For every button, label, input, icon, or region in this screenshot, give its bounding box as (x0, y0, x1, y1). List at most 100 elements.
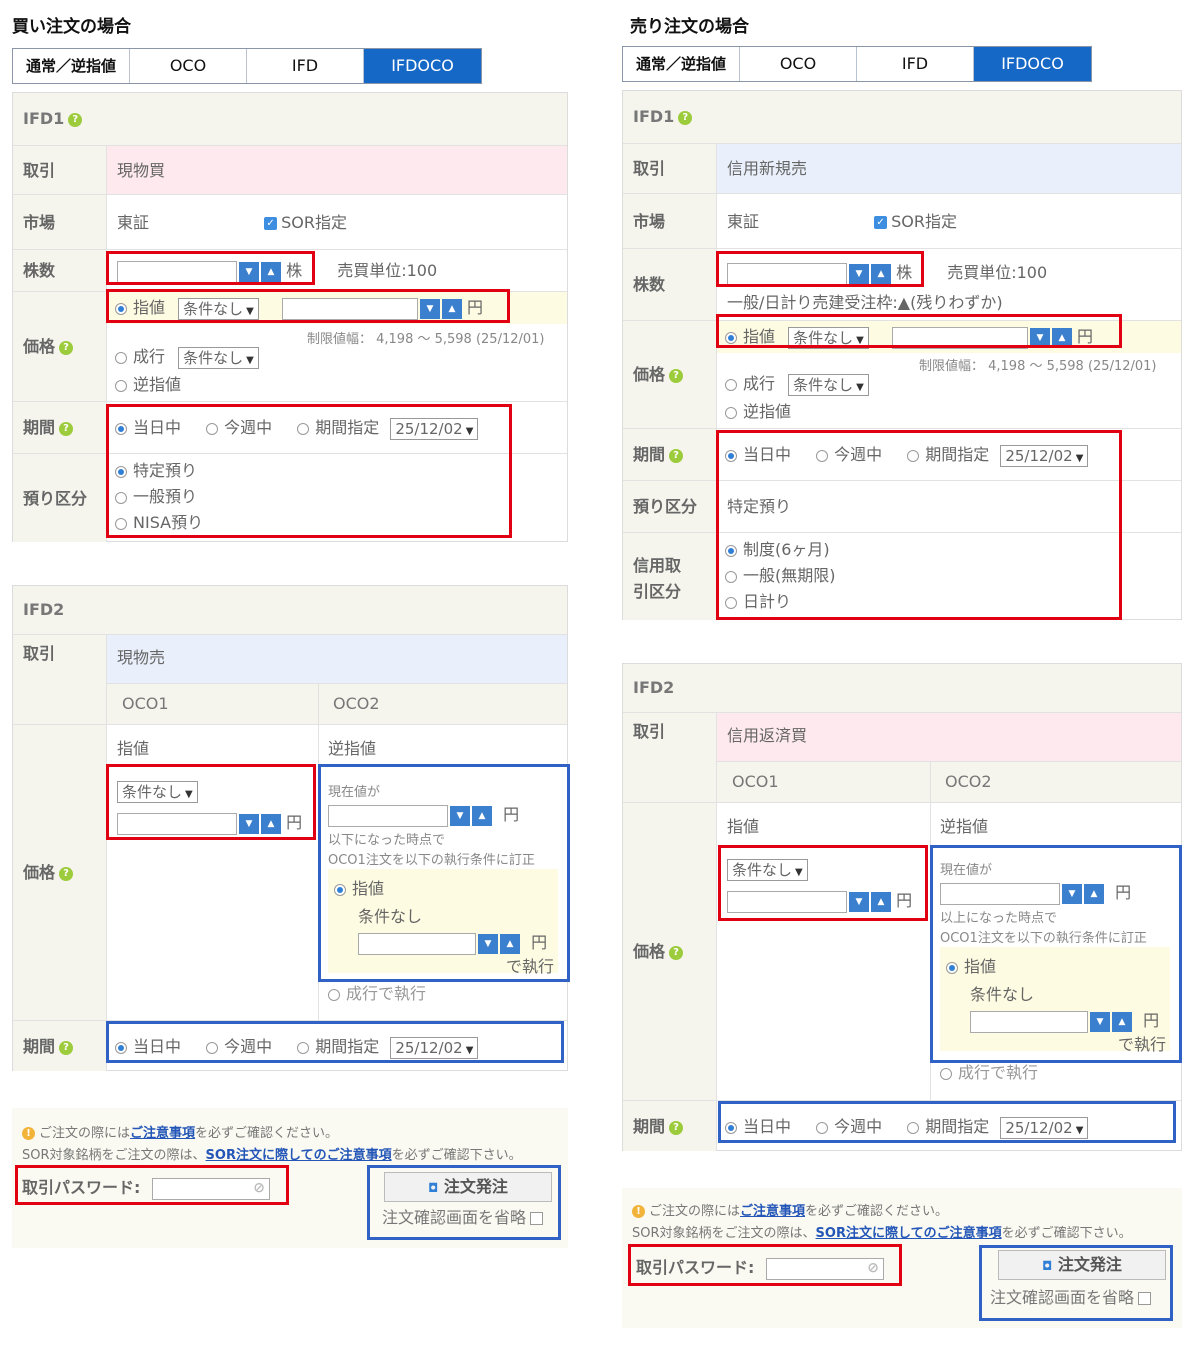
price-stop-radio[interactable] (115, 379, 127, 392)
torihiki-value: 信用新規売 (717, 144, 1181, 193)
ifd2-price-label: 価格 (633, 942, 666, 961)
tab-oco[interactable]: OCO (740, 47, 857, 81)
azukari-label: 預り区分 (623, 481, 717, 532)
highlight-submit (367, 1165, 561, 1240)
highlight-oco2 (930, 845, 1182, 1063)
help-icon[interactable]: ? (669, 368, 684, 383)
price-label: 価格 (23, 337, 56, 356)
help-icon[interactable]: ? (669, 1120, 684, 1135)
shinyo-label-1: 信用取 (633, 556, 682, 575)
help-icon[interactable]: ? (59, 340, 74, 355)
price-market-radio[interactable] (725, 378, 737, 391)
qty-label: 株数 (13, 250, 107, 291)
warning-icon: ! (632, 1205, 645, 1218)
tab-normal[interactable]: 通常／逆指値 (13, 49, 130, 83)
highlight-ifd2-period (106, 1021, 564, 1063)
tab-ifd[interactable]: IFD (857, 47, 974, 81)
price-market-label: 成行 (743, 374, 776, 393)
help-icon[interactable]: ? (669, 448, 684, 463)
caution-link[interactable]: ご注意事項 (130, 1126, 195, 1141)
highlight-oco1 (106, 764, 316, 840)
ifd2-torihiki-label: 取引 (623, 713, 717, 802)
chevron-down-icon: ▼ (246, 354, 254, 366)
highlight-price (716, 314, 1122, 348)
price-stop-radio[interactable] (725, 406, 737, 419)
highlight-qty (106, 251, 315, 285)
limit-range: 制限値幅： 4,198 ～ 5,598 (25/12/01) (307, 332, 545, 347)
highlight-ifd2-period (718, 1101, 1176, 1143)
sor-label: SOR指定 (891, 212, 957, 231)
highlight-oco2 (318, 764, 570, 982)
ifd2-torihiki-row: 取引 信用返済買 OCO1 OCO2 (623, 712, 1181, 803)
exec-market-radio[interactable] (940, 1067, 952, 1080)
tab-ifd[interactable]: IFD (247, 49, 364, 83)
ifd2-period-label: 期間 (23, 1037, 56, 1056)
ifd2-torihiki-row: 取引 現物売 OCO1 OCO2 (13, 634, 567, 725)
tab-oco[interactable]: OCO (130, 49, 247, 83)
sor-caution-link[interactable]: SOR注文に際してのご注意事項 (206, 1148, 392, 1163)
highlight-oco1 (718, 845, 928, 921)
ifd2-torihiki-label: 取引 (13, 635, 107, 724)
price-market-label: 成行 (133, 347, 166, 366)
market-label: 市場 (623, 194, 717, 248)
sor-label: SOR指定 (281, 213, 347, 232)
checkmark-icon: ✓ (874, 216, 888, 229)
market-row: 市場 東証 ✓ SOR指定 (13, 194, 567, 249)
market-value: 東証 (117, 213, 150, 232)
help-icon[interactable]: ? (59, 866, 74, 881)
market-cond-select[interactable]: 条件なし ▼ (178, 346, 259, 369)
highlight-submit (979, 1245, 1173, 1321)
oco1-sashine-label: 指値 (727, 817, 760, 836)
help-icon[interactable]: ? (68, 112, 83, 127)
limit-range: 制限値幅： 4,198 ～ 5,598 (25/12/01) (919, 359, 1157, 374)
period-label: 期間 (633, 445, 666, 464)
highlight-period-azukari (106, 404, 512, 538)
warning-icon: ! (22, 1127, 35, 1140)
shinyo-label-2: 引区分 (633, 582, 682, 601)
sor-checkbox[interactable]: ✓ SOR指定 (874, 212, 957, 231)
ifd2-header: IFD2 (13, 586, 567, 634)
oco2-header: OCO2 (333, 694, 380, 713)
tab-ifdoco[interactable]: IFDOCO (364, 49, 481, 83)
help-icon[interactable]: ? (59, 421, 74, 436)
ifd1-header: IFD1? (623, 91, 1181, 143)
ifd2-torihiki-value: 現物売 (107, 635, 567, 683)
tab-ifdoco[interactable]: IFDOCO (974, 47, 1091, 81)
exec-market-radio[interactable] (328, 988, 340, 1001)
oco2-gyaku-label: 逆指値 (328, 739, 377, 758)
price-market-radio[interactable] (115, 351, 127, 364)
highlight-qty (716, 251, 924, 287)
azukari-label: 預り区分 (13, 454, 107, 542)
tab-normal[interactable]: 通常／逆指値 (623, 47, 740, 81)
market-cond-select[interactable]: 条件なし ▼ (788, 373, 869, 396)
price-stop-label: 逆指値 (133, 375, 182, 394)
lot-text: 売買単位:100 (337, 261, 438, 280)
torihiki-label: 取引 (13, 146, 107, 194)
sell-heading: 売り注文の場合 (630, 17, 749, 37)
period-label: 期間 (23, 418, 56, 437)
highlight-password (15, 1165, 289, 1205)
oco2-header: OCO2 (945, 772, 992, 791)
highlight-price (106, 289, 510, 323)
qty-label: 株数 (623, 249, 717, 320)
sell-order-type-tabs: 通常／逆指値 OCO IFD IFDOCO (622, 46, 1092, 82)
sor-caution-link[interactable]: SOR注文に際してのご注意事項 (816, 1226, 1002, 1241)
ifd1-title: IFD1 (23, 109, 65, 128)
market-value: 東証 (727, 212, 760, 231)
ifd1-title: IFD1 (633, 107, 675, 126)
torihiki-row: 取引 信用新規売 (623, 143, 1181, 193)
oco2-gyaku-label: 逆指値 (940, 817, 989, 836)
help-icon[interactable]: ? (678, 110, 693, 125)
price-stop-label: 逆指値 (743, 402, 792, 421)
caution-link[interactable]: ご注意事項 (740, 1204, 805, 1219)
ifd2-header: IFD2 (623, 664, 1181, 712)
help-icon[interactable]: ? (669, 945, 684, 960)
oco1-header: OCO1 (122, 694, 169, 713)
torihiki-value: 現物買 (107, 146, 567, 194)
lot-text: 売買単位:100 (947, 263, 1048, 282)
torihiki-row: 取引 現物買 (13, 145, 567, 194)
sor-checkbox[interactable]: ✓ SOR指定 (264, 213, 347, 232)
ifd1-header: IFD1? (13, 93, 567, 145)
help-icon[interactable]: ? (59, 1040, 74, 1055)
price-label: 価格 (633, 365, 666, 384)
